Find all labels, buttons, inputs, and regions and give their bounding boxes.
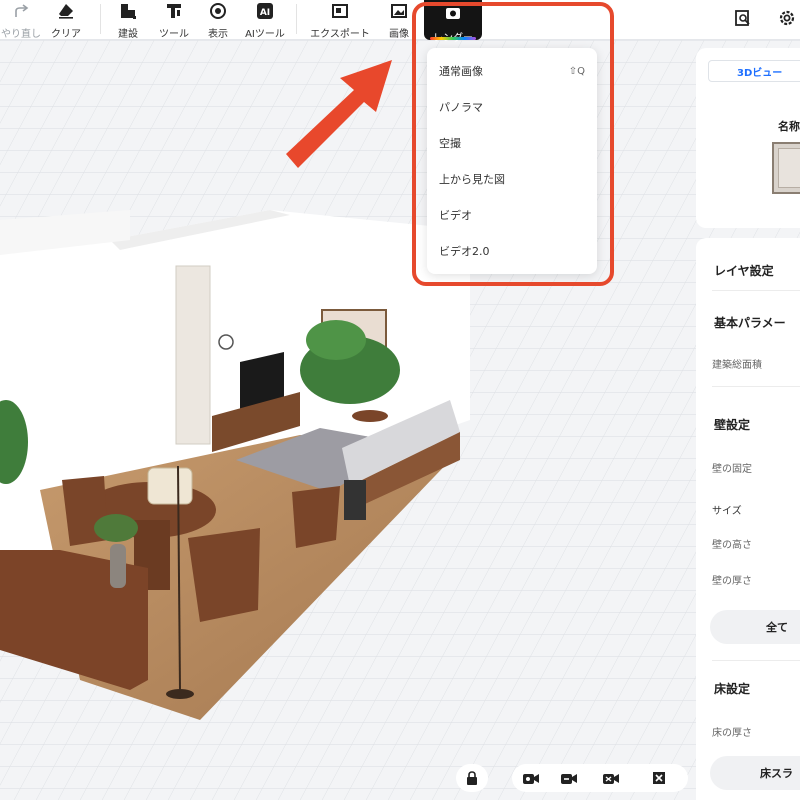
wall-fix-label: 壁の固定 [712,464,752,475]
view-icon [208,1,228,21]
build-button[interactable]: 建設 [110,0,146,40]
chair [292,486,340,548]
export-button[interactable]: エクスポート [304,0,376,40]
image-icon [389,1,409,21]
fullscreen-icon[interactable] [650,770,668,786]
room-scene [0,40,800,800]
camera-view-3-icon[interactable] [602,770,620,786]
layer-settings-panel: レイヤ設定 基本パラメー 建築総面積 壁設定 壁の固定 サイズ 壁の高さ 壁の厚… [696,238,800,800]
tools-icon [164,1,184,21]
search-document-icon[interactable] [732,7,754,29]
image-button[interactable]: 画像 [384,0,414,40]
build-label: 建設 [118,29,138,40]
divider [712,386,800,387]
divider [712,660,800,661]
wall-height-label: 壁の高さ [712,540,752,551]
preview-name-label: 名称 [778,120,800,133]
floor-thickness-label: 床の厚さ [712,728,752,739]
door [175,265,211,445]
highlight-annotation [412,2,614,286]
view-button[interactable]: 表示 [200,0,236,40]
ai-tools-icon: AI [255,1,275,21]
divider [712,290,800,291]
layer-settings-title: レイヤ設定 [714,264,774,278]
3d-viewport[interactable] [0,40,800,800]
toolbar-divider [296,4,297,34]
clear-button[interactable]: クリア [46,0,86,40]
tools-button[interactable]: ツール [152,0,196,40]
floorplan-thumbnail[interactable] [772,142,800,194]
settings-icon[interactable] [776,7,798,29]
toolbar-divider [100,4,101,34]
ai-tools-label: AIツール [245,29,285,40]
export-icon [330,1,350,21]
export-label: エクスポート [310,29,370,40]
lock-icon [467,771,477,785]
tab-3d-view[interactable]: 3Dビュー [708,60,800,82]
top-toolbar: やり直し クリア 建設 ツール 表示 AI AIツール エクスポート 画像 [0,0,800,44]
floor-slab-button[interactable]: 床スラ [710,756,800,790]
view-controls-bar [512,764,688,792]
floor-lamp [166,689,194,699]
preview-panel: 3Dビュー 名称 [696,48,800,228]
clock [218,334,234,350]
apply-all-walls-button[interactable]: 全て [710,610,800,644]
size-label: サイズ [712,506,742,517]
lamp [147,467,193,505]
redo-label: やり直し [1,29,41,40]
clear-icon [56,1,76,21]
floor-settings-heading: 床設定 [714,682,751,696]
camera-view-2-icon[interactable] [560,770,578,786]
camera-view-1-icon[interactable] [522,770,540,786]
pointer-arrow-icon [286,60,392,168]
lock-button[interactable] [456,764,488,792]
chair [188,528,260,622]
wall-thickness-label: 壁の厚さ [712,576,752,587]
redo-icon [11,1,31,21]
view-label: 表示 [208,29,228,40]
basic-params-heading: 基本パラメー [714,316,786,330]
building-area-label: 建築総面積 [712,360,762,371]
tools-label: ツール [159,29,189,40]
redo-button[interactable]: やり直し [0,0,42,40]
build-icon [118,1,138,21]
clear-label: クリア [51,29,81,40]
wall-settings-heading: 壁設定 [714,418,751,432]
ai-tools-button[interactable]: AI AIツール [240,0,290,40]
svg-text:AI: AI [260,8,270,18]
image-label: 画像 [389,29,409,40]
